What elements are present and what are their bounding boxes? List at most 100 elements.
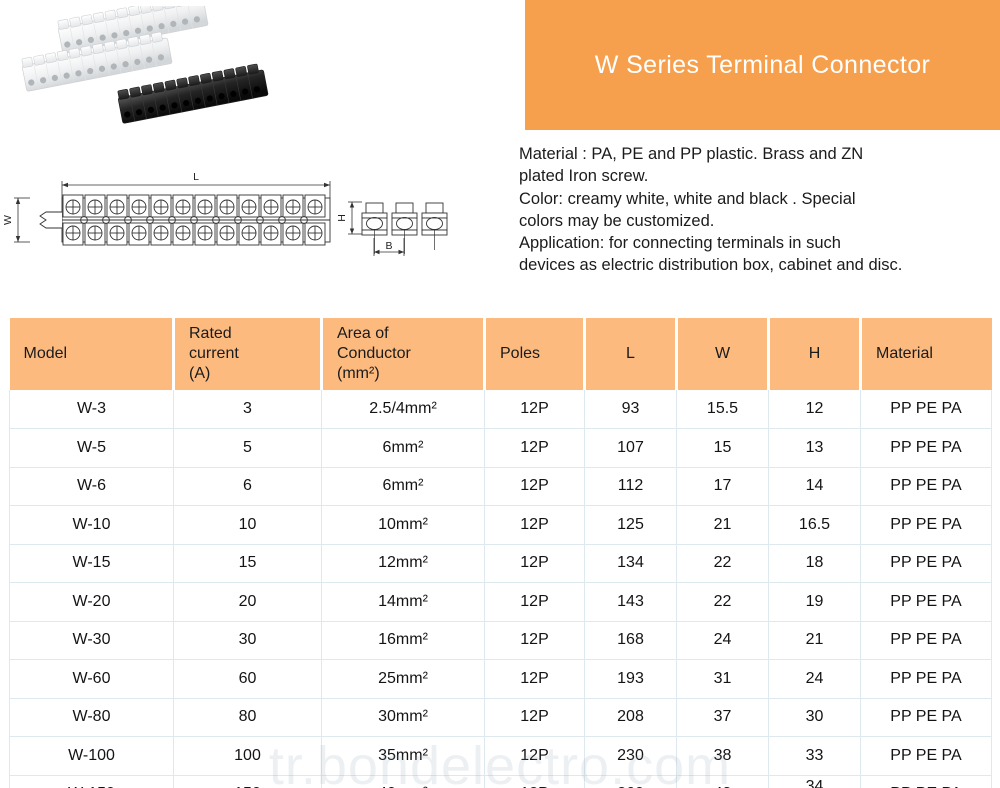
terminal-cells <box>62 194 330 246</box>
description-line-material-1: Material : PA, PE and PP plastic. Brass … <box>519 145 864 163</box>
cell-material: PP PE PA <box>860 390 992 429</box>
cell-width: 22 <box>676 582 769 622</box>
cell-length: 143 <box>584 582 677 622</box>
cell-width: 31 <box>676 659 769 699</box>
description-line-material-2: plated Iron screw. <box>519 167 649 186</box>
table-row: W-5 5 6mm² 12P 107 15 13 PP PE PA <box>9 428 992 468</box>
cell-rated-current: 5 <box>173 428 322 468</box>
product-photo-svg <box>21 0 269 124</box>
header-text-poles: Poles <box>500 345 541 362</box>
description-line-application-2: devices as electric distribution box, ca… <box>519 256 903 275</box>
cell-poles: 12P <box>484 543 585 583</box>
header-text-area-2: Conductor <box>337 345 411 362</box>
cell-poles: 12P <box>484 466 585 506</box>
cell-rated-current: 20 <box>173 582 322 622</box>
cell-area: 35mm² <box>321 736 485 776</box>
header-text-model: Model <box>23 345 68 362</box>
cell-rated-current: 10 <box>173 505 322 545</box>
cell-poles: 12P <box>484 428 585 468</box>
cell-model: W-60 <box>9 659 174 699</box>
cell-length: 93 <box>584 390 677 429</box>
cell-height: 13 <box>768 428 861 468</box>
cell-rated-current: 6 <box>173 466 322 506</box>
cell-area: 40mm² <box>321 774 485 788</box>
cell-material: PP PE PA <box>860 659 992 699</box>
cell-length: 107 <box>584 428 677 468</box>
description-line-color-2: colors may be customized. <box>519 211 715 230</box>
cell-height: 33 <box>768 736 861 776</box>
cell-length: 134 <box>584 543 677 583</box>
cell-rated-current: 60 <box>173 659 322 699</box>
cell-model: W-5 <box>9 428 174 468</box>
cell-poles: 12P <box>484 659 585 699</box>
cell-height: 30 <box>768 697 861 737</box>
page-title: W Series Terminal Connector <box>594 50 931 79</box>
cell-width: 37 <box>676 697 769 737</box>
cell-length: 208 <box>584 697 677 737</box>
technical-drawing-svg: L W H B <box>2 171 448 256</box>
cell-rated-current: 150 <box>173 774 322 788</box>
cell-poles: 12P <box>484 736 585 776</box>
table-row: W-30 30 16mm² 12P 168 24 21 PP PE PA <box>9 620 992 660</box>
table-row: W-80 80 30mm² 12P 208 37 30 PP PE PA <box>9 697 992 737</box>
cell-material: PP PE PA <box>860 620 992 660</box>
cell-length: 230 <box>584 736 677 776</box>
cell-area: 6mm² <box>321 466 485 506</box>
cell-material: PP PE PA <box>860 505 992 545</box>
cell-area: 2.5/4mm² <box>321 390 485 429</box>
table-row: W-15 15 12mm² 12P 134 22 18 PP PE PA <box>9 543 992 583</box>
column-header-width: W <box>675 318 770 390</box>
cell-poles: 12P <box>484 390 585 429</box>
column-header-length: L <box>583 318 678 390</box>
header-text-width: W <box>714 345 731 362</box>
cell-length: 193 <box>584 659 677 699</box>
cell-area: 12mm² <box>321 543 485 583</box>
cell-width: 17 <box>676 466 769 506</box>
header-text-area-1: Area of <box>337 325 389 342</box>
cell-material: PP PE PA <box>860 466 992 506</box>
cell-length: 125 <box>584 505 677 545</box>
cell-rated-current: 100 <box>173 736 322 776</box>
cell-height: 19 <box>768 582 861 622</box>
cell-rated-current: 3 <box>173 390 322 429</box>
cell-poles: 12P <box>484 582 585 622</box>
header-text-length: L <box>626 345 635 362</box>
cell-height: 21 <box>768 620 861 660</box>
cell-area: 30mm² <box>321 697 485 737</box>
cell-model: W-150 <box>9 774 174 788</box>
cell-material: PP PE PA <box>860 774 992 788</box>
cell-length: 168 <box>584 620 677 660</box>
description-line-application-1: Application: for connecting terminals in… <box>519 234 841 253</box>
cell-width: 21 <box>676 505 769 545</box>
cell-height: 34 <box>768 774 861 788</box>
table-header-row: Model Rated current (A) Area of Conducto… <box>9 318 992 390</box>
header-text-rated-current-3: (A) <box>189 365 211 382</box>
title-banner: W Series Terminal Connector <box>525 0 1000 130</box>
header-text-rated-current-2: current <box>189 345 239 362</box>
header-text-area-3: (mm²) <box>337 365 380 382</box>
cell-height-value: 34 <box>805 778 824 788</box>
table-row: W-6 6 6mm² 12P 112 17 14 PP PE PA <box>9 466 992 506</box>
table-row: W-20 20 14mm² 12P 143 22 19 PP PE PA <box>9 582 992 622</box>
cell-model: W-6 <box>9 466 174 506</box>
cell-material: PP PE PA <box>860 697 992 737</box>
header-text-height: H <box>808 345 821 362</box>
column-header-height: H <box>767 318 862 390</box>
cell-length: 112 <box>584 466 677 506</box>
cell-material: PP PE PA <box>860 736 992 776</box>
product-spec-sheet: L W H B W Series Terminal Connector Mate… <box>0 0 1000 788</box>
cell-area: 10mm² <box>321 505 485 545</box>
table-body: W-3 3 2.5/4mm² 12P 93 15.5 12 PP PE PA W-5 5 6mm² 1… <box>9 390 992 788</box>
cell-area: 6mm² <box>321 428 485 468</box>
specification-table: Model Rated current (A) Area of Conducto… <box>9 318 992 788</box>
column-header-rated-current: Rated current (A) <box>172 318 323 390</box>
cell-area: 16mm² <box>321 620 485 660</box>
description-line-color-1: Color: creamy white, white and black . S… <box>519 189 856 208</box>
header-text-rated-current-1: Rated <box>189 325 232 342</box>
cell-width: 43 <box>676 774 769 788</box>
cell-area: 14mm² <box>321 582 485 622</box>
side-view <box>348 201 448 256</box>
table-row: W-3 3 2.5/4mm² 12P 93 15.5 12 PP PE PA <box>9 390 992 429</box>
cell-material: PP PE PA <box>860 582 992 622</box>
cell-model: W-3 <box>9 390 174 429</box>
